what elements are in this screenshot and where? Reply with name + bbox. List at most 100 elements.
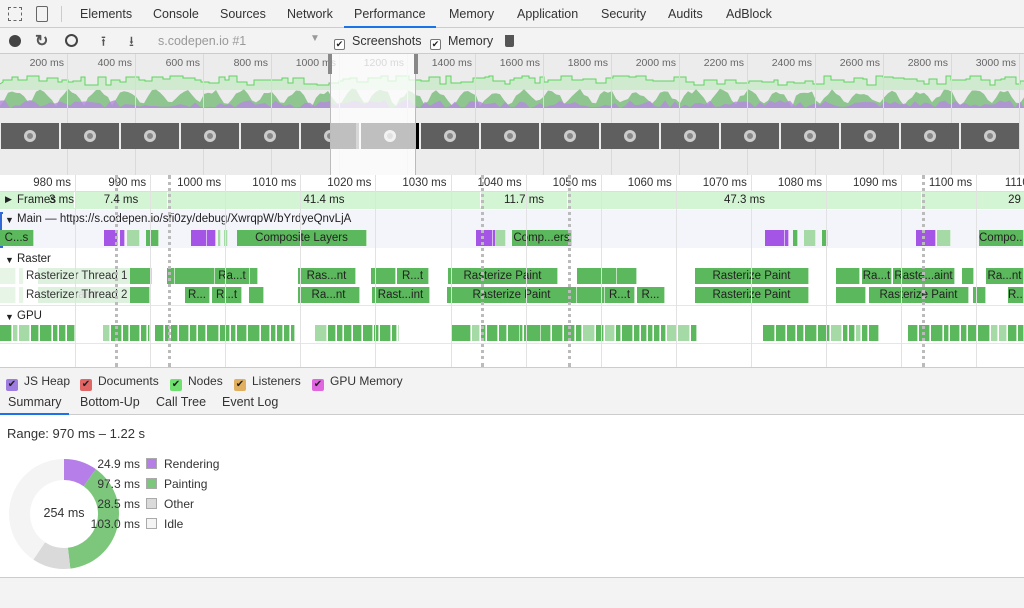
device-toolbar-icon[interactable] (36, 6, 48, 22)
gpu-task-bar[interactable] (931, 325, 943, 341)
painting-event-bar[interactable]: Ra...t (215, 268, 250, 284)
gpu-task-bar[interactable] (207, 325, 219, 341)
gpu-task-bar[interactable] (583, 325, 595, 341)
rendering-event-bar[interactable] (207, 230, 216, 246)
gpu-task-bar[interactable] (53, 325, 58, 341)
counter-documents[interactable]: ✔ Documents (80, 374, 159, 391)
gpu-task-bar[interactable] (991, 325, 998, 341)
gpu-task-bar[interactable] (605, 325, 615, 341)
trash-icon[interactable] (505, 35, 514, 47)
frame-duration[interactable]: 3 ms (0, 192, 75, 208)
painting-event-bar[interactable]: R...t (212, 287, 242, 303)
gpu-task-bar[interactable] (622, 325, 633, 341)
gpu-task-bar[interactable] (337, 325, 343, 341)
gpu-task-bar[interactable] (499, 325, 507, 341)
painting-event-bar[interactable]: R... (1008, 287, 1024, 303)
counter-nodes[interactable]: ✔ Nodes (170, 374, 223, 391)
gpu-task-bar[interactable] (533, 325, 541, 341)
painting-event-bar[interactable] (617, 268, 637, 284)
tab-elements[interactable]: Elements (78, 0, 134, 28)
tab-bottom-up[interactable]: Bottom-Up (72, 391, 148, 415)
gpu-task-bar[interactable] (843, 325, 848, 341)
gpu-task-bar[interactable] (805, 325, 817, 341)
timeline-overview[interactable]: 200 ms400 ms600 ms800 ms1000 ms1200 ms14… (0, 54, 1024, 175)
gpu-task-bar[interactable] (123, 325, 129, 341)
gpu-task-bar[interactable] (459, 325, 471, 341)
tab-console[interactable]: Console (151, 0, 201, 28)
painting-event-bar[interactable] (962, 268, 974, 284)
tab-application[interactable]: Application (515, 0, 580, 28)
gpu-task-bar[interactable] (472, 325, 480, 341)
counter-js-heap[interactable]: ✔ JS Heap (6, 374, 70, 391)
tab-adblock[interactable]: AdBlock (724, 0, 774, 28)
gpu-task-bar[interactable] (776, 325, 786, 341)
tab-audits[interactable]: Audits (666, 0, 705, 28)
tab-performance[interactable]: Performance (344, 0, 436, 28)
gpu-task-bar[interactable] (363, 325, 373, 341)
gpu-task-bar[interactable] (291, 325, 295, 341)
gpu-task-bar[interactable] (181, 325, 189, 341)
gpu-task-bar[interactable] (19, 325, 30, 341)
counter-listeners[interactable]: ✔ Listeners (234, 374, 301, 391)
painting-event-bar[interactable]: Rasterize Paint (695, 268, 809, 284)
load-profile-icon[interactable]: ⭱ (101, 31, 106, 55)
tab-network[interactable]: Network (285, 0, 335, 28)
gpu-task-bar[interactable] (392, 325, 397, 341)
painting-event-bar[interactable] (137, 287, 150, 303)
painting-event-bar[interactable] (249, 287, 264, 303)
gpu-task-bar[interactable] (661, 325, 666, 341)
gpu-task-bar[interactable] (787, 325, 796, 341)
gpu-task-bar[interactable] (284, 325, 290, 341)
memory-checkbox[interactable]: ✔ (430, 34, 441, 50)
gpu-task-bar[interactable] (831, 325, 842, 341)
screenshot-thumbnail[interactable] (601, 123, 659, 149)
gpu-task-bar[interactable] (944, 325, 949, 341)
gpu-task-bar[interactable] (862, 325, 868, 341)
clear-icon[interactable] (65, 34, 78, 47)
painting-event-bar[interactable]: Compo... (979, 230, 1024, 246)
gpu-task-bar[interactable] (856, 325, 861, 341)
gpu-task-bar[interactable] (950, 325, 960, 341)
selection-left-handle[interactable] (328, 54, 332, 74)
painting-event-bar[interactable]: Rasterize Paint (447, 287, 577, 303)
painting-event-bar[interactable]: Rasterize Paint (695, 287, 809, 303)
painting-event-bar[interactable]: Ra...nt (298, 287, 360, 303)
painting-event-bar[interactable] (0, 268, 16, 284)
painting-event-bar[interactable] (132, 268, 152, 284)
painting-event-bar[interactable] (973, 287, 986, 303)
screenshot-thumbnail[interactable] (241, 123, 299, 149)
frame-duration[interactable]: 41.4 ms (168, 192, 481, 208)
painting-event-bar[interactable]: Comp...ers (512, 230, 572, 246)
gpu-task-bar[interactable] (487, 325, 498, 341)
painting-event-bar[interactable] (218, 230, 221, 246)
gpu-task-bar[interactable] (271, 325, 276, 341)
screenshots-checkbox[interactable]: ✔ (334, 34, 345, 50)
gpu-task-bar[interactable] (648, 325, 653, 341)
tab-security[interactable]: Security (599, 0, 648, 28)
frame-duration[interactable]: 47.3 ms (568, 192, 922, 208)
painting-event-bar[interactable]: Rast...int (372, 287, 430, 303)
gpu-task-bar[interactable] (634, 325, 640, 341)
gpu-task-bar[interactable] (849, 325, 855, 341)
painting-event-bar[interactable] (793, 230, 798, 246)
painting-event-bar[interactable]: R... (185, 287, 210, 303)
gpu-task-bar[interactable] (380, 325, 391, 341)
screenshot-thumbnail[interactable] (421, 123, 479, 149)
counter-gpu-memory[interactable]: ✔ GPU Memory (312, 374, 403, 391)
painting-event-bar[interactable]: R...t (397, 268, 429, 284)
gpu-task-bar[interactable] (999, 325, 1007, 341)
gpu-task-bar[interactable] (155, 325, 164, 341)
screenshot-thumbnail[interactable] (901, 123, 959, 149)
gpu-task-bar[interactable] (237, 325, 247, 341)
gpu-task-bar[interactable] (67, 325, 75, 341)
screenshot-thumbnail[interactable] (481, 123, 539, 149)
frame-duration[interactable]: 7.4 ms (75, 192, 168, 208)
gpu-task-bar[interactable] (542, 325, 551, 341)
gpu-task-bar[interactable] (231, 325, 236, 341)
rendering-event-bar[interactable] (916, 230, 936, 246)
gpu-task-bar[interactable] (59, 325, 66, 341)
screenshot-thumbnail[interactable] (61, 123, 119, 149)
overview-selection-window[interactable] (328, 54, 418, 175)
painting-event-bar[interactable]: Composite Layers (237, 230, 367, 246)
gpu-task-bar[interactable] (1018, 325, 1024, 341)
